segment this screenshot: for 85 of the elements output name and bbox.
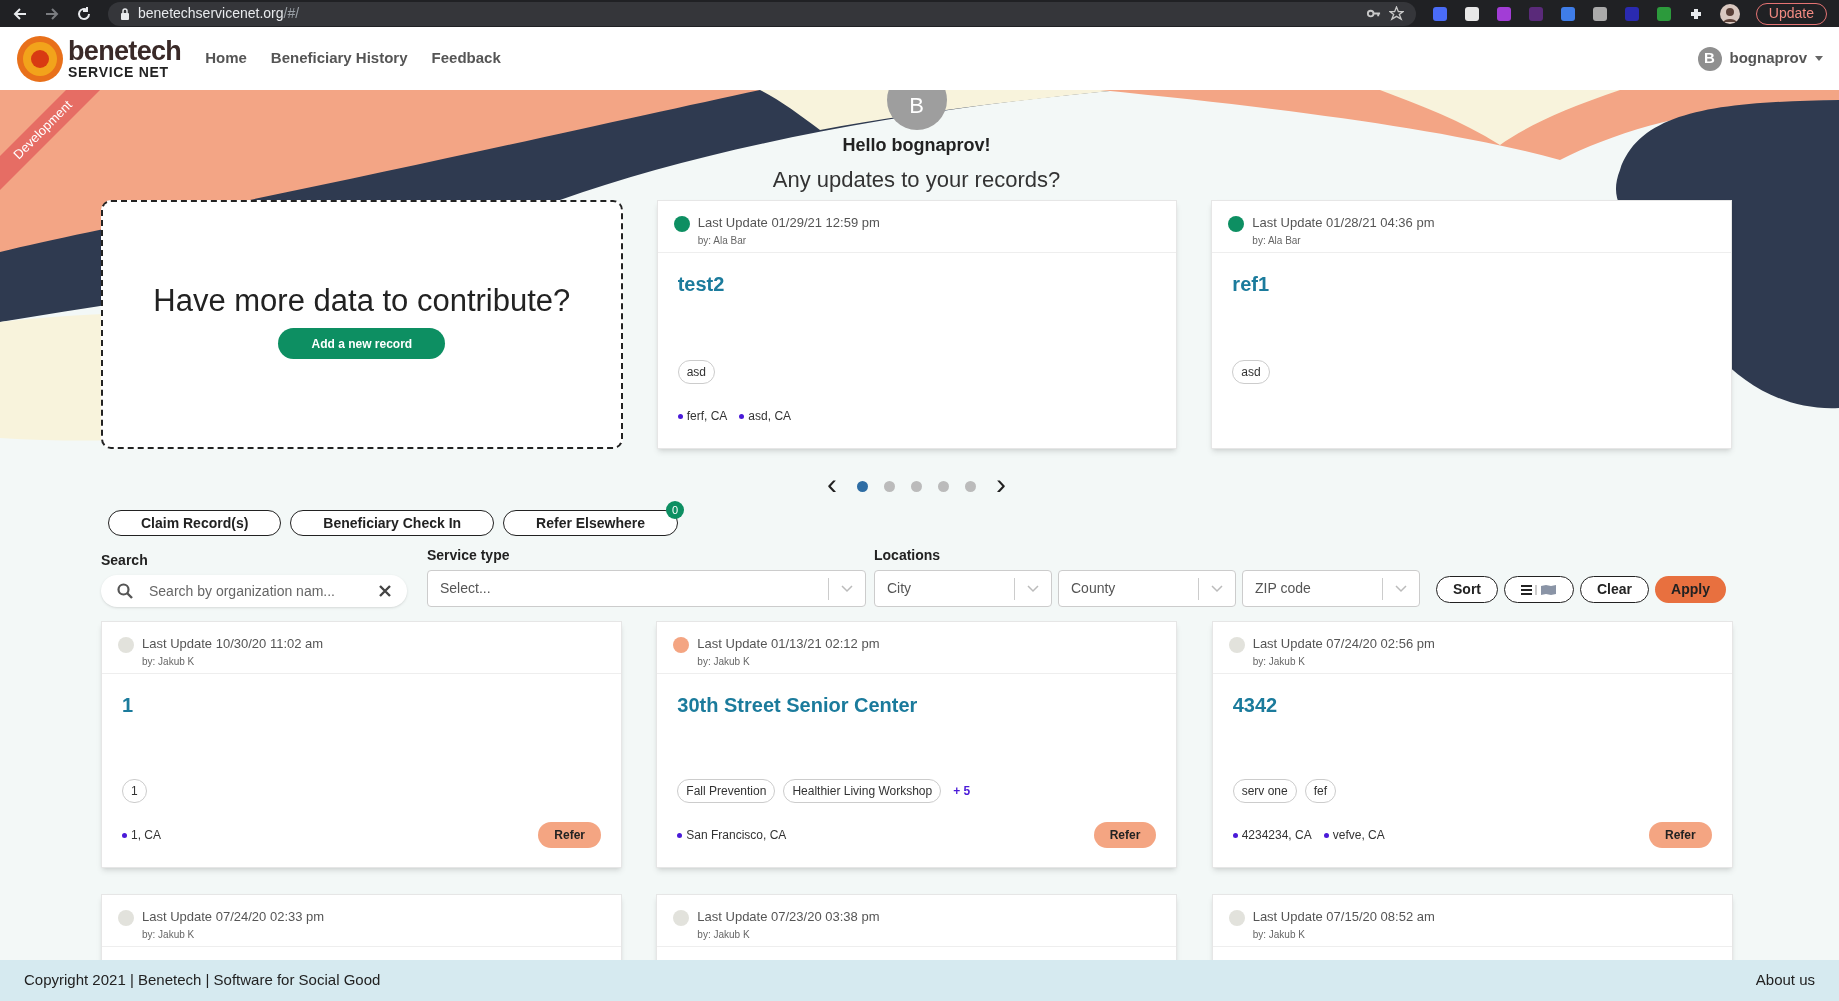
search-input[interactable]: Search by organization nam... (149, 580, 363, 602)
location-text: 1, CA (122, 826, 161, 844)
url-text: benetechservicenet.org/#/ (138, 4, 300, 23)
refer-button[interactable]: Refer (1093, 822, 1157, 848)
location-text: San Francisco, CA (677, 826, 787, 844)
nav-link[interactable]: Home (205, 47, 247, 70)
search-field[interactable]: Search by organization nam... (101, 575, 407, 607)
previous-button[interactable]: ‹ (823, 469, 841, 499)
apply-button[interactable]: Apply (1655, 576, 1726, 603)
close-icon[interactable] (379, 585, 391, 597)
copyright-text: Copyright 2021 | Benetech | Software for Social Good (24, 970, 381, 991)
about-link[interactable]: About us (1755, 969, 1815, 992)
logo-subtitle: SERVICE NET (68, 65, 170, 79)
list-map-icon (1521, 583, 1557, 596)
last-update-text: Last Update 07/23/20 03:38 pm (697, 908, 880, 926)
filter-button[interactable]: Sort (1436, 576, 1498, 603)
author-text: by: Jakub K (697, 927, 751, 942)
record-card[interactable]: Last Update 01/28/21 04:36 pm by: Ala Bar ref1 asd (1211, 200, 1732, 449)
contribute-title: Have more data to contribute? (153, 281, 571, 320)
nav-link[interactable]: Beneficiary History (270, 47, 408, 70)
globe-logo-icon (16, 34, 64, 83)
record-title[interactable]: 1 (122, 690, 601, 720)
service-type-select[interactable]: Select... (427, 570, 866, 607)
greeting-title: Hello bognaprov! (842, 134, 991, 157)
user-avatar: B (886, 90, 947, 130)
search-label: Search (101, 551, 149, 570)
record-title[interactable]: test2 (677, 269, 1157, 299)
location-text: vefve, CA (1323, 826, 1385, 844)
refer-button[interactable]: Refer (538, 822, 601, 848)
record-title[interactable]: 30th Street Senior Center (677, 690, 1157, 720)
record-card[interactable]: Last Update 10/30/20 11:02 am by: Jakub K 1 1 1, CA Refer (101, 621, 622, 868)
author-text: by: Ala Bar (1252, 233, 1302, 248)
count-badge: 0 (666, 501, 685, 519)
record-title[interactable]: ref1 (1232, 269, 1711, 299)
view-toggle-button[interactable] (1504, 576, 1574, 603)
location-text: ferf, CA (677, 407, 728, 425)
location-select[interactable]: City (874, 570, 1052, 607)
add-record-button[interactable]: Add a new record (278, 328, 446, 360)
field-label: Locations (874, 546, 942, 565)
author-text: by: Jakub K (1252, 927, 1306, 942)
record-card[interactable]: Last Update 07/24/20 02:33 pm by: Jakub K (101, 894, 622, 960)
location-text: 4234234, CA (1232, 826, 1312, 844)
record-card[interactable]: Last Update 07/23/20 03:38 pm by: Jakub K (656, 894, 1178, 960)
back-icon[interactable] (12, 5, 28, 22)
last-update-text: Last Update 10/30/20 11:02 am (142, 635, 324, 653)
action-button[interactable]: Beneficiary Check In (290, 510, 495, 536)
profile-avatar[interactable] (1719, 3, 1740, 24)
star-icon[interactable] (1388, 6, 1404, 21)
record-card[interactable]: Last Update 01/29/21 12:59 pm by: Ala Bar test2 asd ferf, CA asd, CA (656, 200, 1178, 449)
forward-icon[interactable] (44, 5, 60, 22)
author-text: by: Jakub K (1252, 654, 1306, 669)
record-card[interactable]: Last Update 07/15/20 08:52 am by: Jakub K (1211, 894, 1733, 960)
last-update-text: Last Update 01/29/21 12:59 pm (697, 214, 880, 232)
next-button[interactable]: › (992, 469, 1010, 499)
last-update-text: Last Update 07/24/20 02:33 pm (142, 908, 325, 926)
author-text: by: Ala Bar (697, 233, 748, 248)
last-update-text: Last Update 01/13/21 02:12 pm (697, 635, 880, 653)
search-icon (117, 583, 133, 599)
field-label: Service type (427, 546, 511, 565)
greeting-subtitle: Any updates to your records? (772, 166, 1061, 194)
address-bar[interactable]: benetechservicenet.org/#/ (108, 1, 1416, 26)
last-update-text: Last Update 01/28/21 04:36 pm (1252, 214, 1435, 232)
extension-icon[interactable] (1463, 5, 1480, 22)
author-text: by: Jakub K (697, 654, 751, 669)
record-card[interactable]: Last Update 01/13/21 02:12 pm by: Jakub K 30th Street Senior Center Fall Prevention Healthier Living Workshop + 5 San Francisco, CA Refer (656, 621, 1178, 868)
extension-icon[interactable] (1591, 5, 1608, 22)
last-update-text: Last Update 07/24/20 02:56 pm (1252, 635, 1435, 653)
location-text: asd, CA (739, 407, 792, 425)
filter-button[interactable]: Clear (1580, 576, 1650, 603)
lock-icon (120, 7, 130, 20)
user-menu[interactable]: B bognaprov (1697, 46, 1823, 71)
reload-icon[interactable] (76, 5, 92, 22)
nav-link[interactable]: Feedback (431, 47, 501, 70)
action-button[interactable]: Claim Record(s) (108, 510, 282, 536)
author-text: by: Jakub K (142, 654, 196, 669)
more-tags-text: + 5 (953, 783, 971, 800)
location-select[interactable]: County (1058, 570, 1236, 607)
location-select[interactable]: ZIP code (1242, 570, 1420, 607)
refer-button[interactable]: Refer (1648, 822, 1712, 848)
record-title[interactable]: 4342 (1232, 690, 1712, 720)
author-text: by: Jakub K (142, 927, 196, 942)
last-update-text: Last Update 07/15/20 08:52 am (1252, 908, 1435, 926)
record-card[interactable]: Last Update 07/24/20 02:56 pm by: Jakub K 4342 serv one fef 4234234, CA vefve, CA Refer (1211, 621, 1733, 868)
logo-title: benetech (68, 38, 182, 65)
caret-icon[interactable] (1815, 56, 1823, 61)
